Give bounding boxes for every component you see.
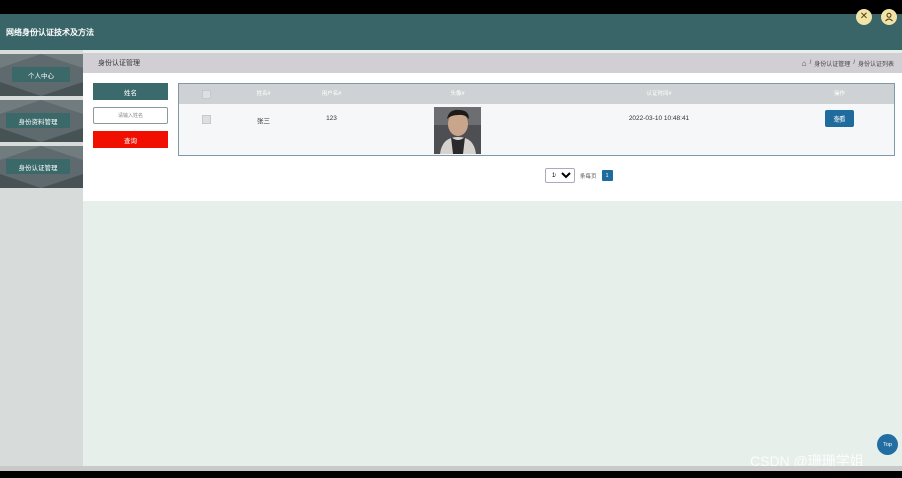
app-title: 网络身份认证技术及方法 — [6, 27, 94, 37]
back-to-top-button[interactable]: Top — [877, 434, 898, 455]
cell-username: 123 — [326, 115, 337, 122]
page-size-select[interactable]: 10 — [545, 168, 575, 183]
sidebar-item-identity-auth[interactable]: 身份认证管理 — [0, 146, 83, 188]
breadcrumb-separator: / — [809, 60, 812, 66]
avatar — [434, 107, 481, 154]
sidebar: 个人中心 身份资料管理 身份认证管理 — [0, 50, 83, 466]
page-title: 身份认证管理 — [98, 60, 140, 67]
search-input[interactable] — [93, 107, 168, 124]
sidebar-item-label: 身份认证管理 — [6, 159, 70, 174]
query-button[interactable]: 查询 — [93, 131, 168, 148]
breadcrumb-item[interactable]: 身份认证管理 — [814, 59, 850, 68]
breadcrumb-separator: / — [853, 60, 855, 66]
data-table: 姓名# 用户名# 头像# 认证时间# 操作 张三 123 2022-03-10 … — [178, 83, 895, 156]
column-header-username[interactable]: 用户名# — [309, 84, 354, 104]
content-header: 身份认证管理 ⌂ / 身份认证管理 / 身份认证列表 — [83, 53, 902, 73]
page-number-button[interactable]: 1 — [601, 170, 613, 181]
app-header: 网络身份认证技术及方法 — [0, 14, 902, 50]
column-header-auth-time[interactable]: 认证时间# — [624, 84, 694, 104]
column-header-avatar[interactable]: 头像# — [435, 84, 480, 104]
user-icon[interactable] — [881, 9, 897, 25]
user-glyph-icon — [885, 12, 893, 22]
breadcrumb-item: 身份认证列表 — [857, 61, 894, 68]
close-circle-icon[interactable]: ✕ — [856, 9, 872, 25]
cell-name: 张三 — [257, 118, 270, 125]
table-header: 姓名# 用户名# 头像# 认证时间# 操作 — [179, 84, 894, 104]
column-header-actions: 操作 — [833, 91, 845, 97]
sidebar-item-personal-center[interactable]: 个人中心 — [0, 54, 83, 96]
per-page-label: 条每页 — [580, 173, 597, 180]
select-all-checkbox[interactable] — [202, 90, 211, 99]
home-icon[interactable]: ⌂ — [802, 59, 807, 68]
avatar-photo — [434, 107, 481, 154]
sidebar-item-identity-data[interactable]: 身份资料管理 — [0, 100, 83, 142]
search-label: 姓名 — [93, 83, 168, 100]
window-top-border — [0, 0, 902, 14]
sidebar-item-label: 身份资料管理 — [6, 113, 70, 128]
cell-auth-time: 2022-03-10 10:48:41 — [628, 115, 690, 122]
page-body: 个人中心 身份资料管理 身份认证管理 身份认证管理 ⌂ / 身份认证管理 / 身… — [0, 50, 902, 466]
sidebar-item-label: 个人中心 — [12, 67, 70, 82]
hand-cursor-icon: ☝ — [836, 115, 842, 125]
content-panel: 姓名 查询 姓名# 用户名# 头像# 认证时间# 操作 张三 123 — [83, 73, 902, 201]
window-bottom-border — [0, 471, 902, 478]
column-header-name[interactable]: 姓名# — [241, 84, 286, 104]
pagination: 10 条每页 1 — [545, 168, 613, 183]
row-checkbox[interactable] — [202, 115, 211, 124]
breadcrumb: ⌂ / 身份认证管理 / 身份认证列表 — [802, 53, 894, 73]
